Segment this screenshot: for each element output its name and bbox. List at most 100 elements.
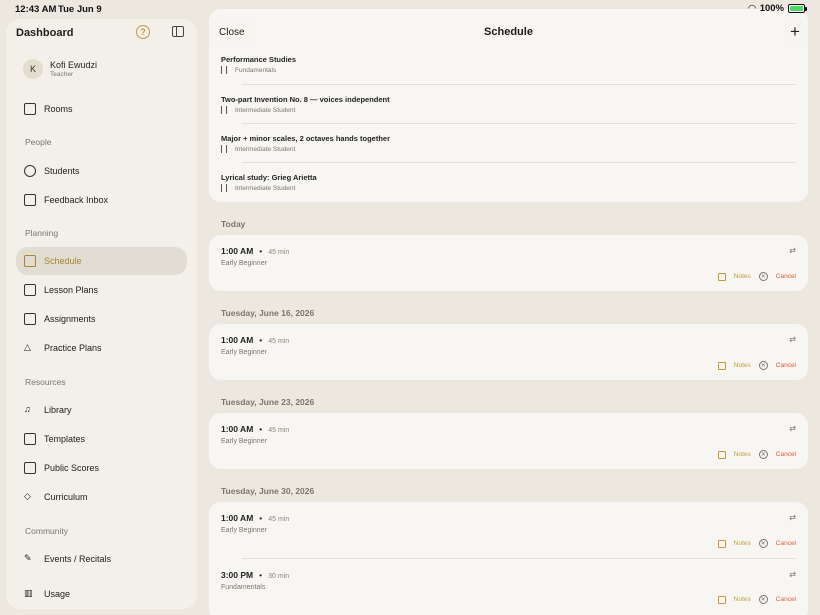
sidebar-item-curriculum[interactable]: ◇ Curriculum [16, 483, 187, 511]
question-circle-icon[interactable]: ? [136, 25, 150, 39]
music-notes-icon: ♫ [24, 404, 31, 414]
sidebar-title: Dashboard [16, 27, 74, 39]
graduation-cap-icon: ◇ [24, 491, 31, 501]
sidebar-item-feedback-inbox[interactable]: Feedback Inbox [16, 186, 187, 214]
cancel-circle-icon[interactable]: ✕ [758, 595, 768, 604]
section-label-resources: Resources [25, 377, 66, 387]
sidebar-item-students[interactable]: Students [16, 157, 187, 185]
sidebar-item-label: Students [44, 166, 80, 176]
cancel-button[interactable]: Cancel [776, 451, 796, 458]
sidebar-item-public-scores[interactable]: Public Scores [16, 454, 187, 482]
sidebar-item-label: Templates [44, 434, 86, 444]
separator-dot: • [259, 570, 263, 580]
divider [242, 84, 796, 85]
divider [242, 123, 796, 124]
bit-title: Performance Studies [221, 55, 297, 64]
status-bar: 12:43 AM Tue Jun 9 ◠ 100% [0, 0, 820, 19]
edit-icon[interactable] [717, 272, 726, 281]
books-icon [24, 462, 36, 474]
notes-button[interactable]: Notes [734, 540, 751, 547]
edit-icon[interactable] [717, 595, 726, 604]
slot-duration: 45 min [268, 427, 290, 434]
profile[interactable]: K Kofi Ewudzi Teacher [23, 59, 97, 79]
bar-chart-icon: ▥ [24, 588, 33, 598]
day-card: 1:00 AM • 45 min Early Beginner ⇄ Notes ✕ … [209, 502, 808, 615]
day-label: Tuesday, June 30, 2026 [221, 486, 315, 496]
bit-level: Fundamentals [235, 66, 277, 74]
slot-duration: 45 min [268, 338, 290, 345]
sidebar-item-lesson-plans[interactable]: Lesson Plans [16, 276, 187, 304]
divider [242, 162, 796, 163]
page-title: Schedule [484, 26, 533, 38]
profile-role: Teacher [50, 71, 74, 78]
notes-button[interactable]: Notes [734, 362, 751, 369]
sidebar-item-label: Library [44, 405, 72, 415]
cancel-button[interactable]: Cancel [776, 596, 796, 603]
slot-time: 3:00 PM [221, 570, 254, 580]
slot-actions: Notes ✕ Cancel [717, 272, 796, 281]
slot-actions: Notes ✕ Cancel [717, 361, 796, 370]
edit-icon[interactable] [717, 450, 726, 459]
sidebar-item-label: Public Scores [44, 463, 100, 473]
sidebar-item-label: Lesson Plans [44, 285, 99, 295]
cancel-circle-icon[interactable]: ✕ [758, 539, 768, 548]
separator-dot: • [259, 335, 263, 345]
repeat-icon: ⇄ [789, 335, 796, 344]
list-item[interactable]: Major + minor scales, 2 octaves hands to… [221, 134, 796, 153]
cancel-button[interactable]: Cancel [776, 540, 796, 547]
slot-time: 1:00 AM [221, 424, 254, 434]
status-date: Tue Jun 9 [58, 4, 102, 15]
bit-level: Intermediate Student [235, 184, 296, 192]
book-icon [221, 106, 227, 114]
sidebar-toggle-icon[interactable] [172, 26, 184, 37]
sidebar-item-usage[interactable]: ▥ Usage [16, 580, 187, 608]
slot-level: Early Beginner [221, 260, 267, 267]
sidebar-item-label: Events / Recitals [44, 554, 112, 564]
sidebar-item-schedule[interactable]: Schedule [16, 247, 187, 275]
list-item[interactable]: Two-part Invention No. 8 — voices indepe… [221, 95, 796, 114]
plus-icon[interactable]: + [782, 19, 808, 45]
section-label-people: People [25, 137, 52, 147]
sidebar-item-rooms[interactable]: Rooms [16, 95, 187, 123]
lesson-slot[interactable]: 1:00 AM • 45 min Early Beginner ⇄ [221, 335, 796, 356]
schedule-panel: Close Schedule + Performance Studies Fun… [209, 9, 808, 615]
separator-dot: • [259, 513, 263, 523]
lesson-slot[interactable]: 1:00 AM • 45 min Early Beginner ⇄ [221, 246, 796, 267]
people-icon [24, 165, 36, 177]
cancel-button[interactable]: Cancel [776, 362, 796, 369]
cancel-circle-icon[interactable]: ✕ [758, 361, 768, 370]
slot-level: Fundamentals [221, 584, 266, 591]
status-time: 12:43 AM [15, 4, 57, 15]
pen-icon: ✎ [24, 553, 32, 563]
sidebar-item-label: Usage [44, 589, 71, 599]
sidebar-item-label: Rooms [44, 104, 73, 114]
document-icon [24, 313, 36, 325]
list-item[interactable]: Performance Studies Fundamentals [221, 55, 796, 74]
bit-level: Intermediate Student [235, 145, 296, 153]
notes-button[interactable]: Notes [734, 451, 751, 458]
lesson-slot[interactable]: 1:00 AM • 45 min Early Beginner ⇄ [221, 513, 796, 534]
lesson-slot[interactable]: 1:00 AM • 45 min Early Beginner ⇄ [221, 424, 796, 445]
lesson-slot[interactable]: 3:00 PM • 30 min Fundamentals ⇄ [221, 570, 796, 591]
book-icon [221, 184, 227, 192]
rooms-icon [24, 103, 36, 115]
sidebar-item-label: Feedback Inbox [44, 195, 109, 205]
cancel-button[interactable]: Cancel [776, 273, 796, 280]
sidebar-item-templates[interactable]: Templates [16, 425, 187, 453]
list-item[interactable]: Lyrical study: Grieg Arietta Intermediat… [221, 173, 796, 192]
slot-time: 1:00 AM [221, 513, 254, 523]
cancel-circle-icon[interactable]: ✕ [758, 272, 768, 281]
repeat-icon: ⇄ [789, 570, 796, 579]
cancel-circle-icon[interactable]: ✕ [758, 450, 768, 459]
notes-button[interactable]: Notes [734, 273, 751, 280]
sidebar-item-events-recitals[interactable]: ✎ Events / Recitals [16, 545, 187, 573]
sidebar-item-assignments[interactable]: Assignments [16, 305, 187, 333]
sidebar-item-library[interactable]: ♫ Library [16, 396, 187, 424]
sidebar-item-practice-plans[interactable]: △ Practice Plans [16, 334, 187, 362]
edit-icon[interactable] [717, 539, 726, 548]
edit-icon[interactable] [717, 361, 726, 370]
status-right: ◠ 100% [748, 3, 807, 14]
separator-dot: • [259, 246, 263, 256]
notes-button[interactable]: Notes [734, 596, 751, 603]
wifi-icon: ◠ [748, 3, 756, 14]
